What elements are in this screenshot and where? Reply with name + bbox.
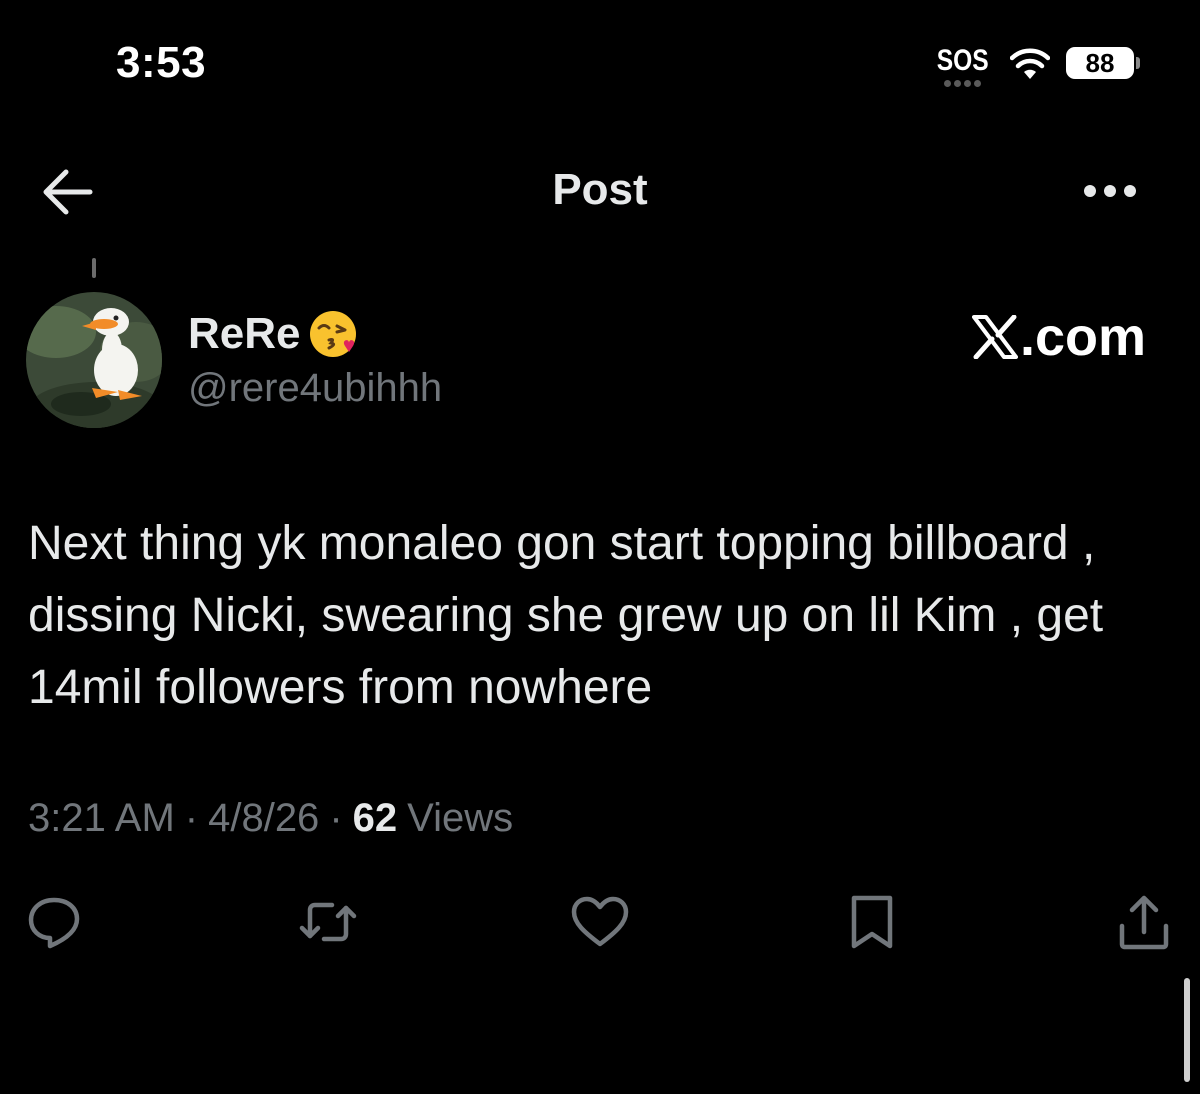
post-text: Next thing yk monaleo gon start topping … <box>28 517 1104 714</box>
bookmark-icon <box>851 895 893 949</box>
author-handle[interactable]: @rere4ubihhh <box>188 366 442 411</box>
sos-indicator: SOS <box>931 44 994 87</box>
more-options-button[interactable] <box>1082 176 1138 206</box>
author-display-name: ReRe <box>188 309 301 358</box>
share-icon <box>1119 895 1169 950</box>
reply-button[interactable] <box>24 892 84 952</box>
post-date[interactable]: 4/8/26 <box>208 796 319 841</box>
status-time: 3:53 <box>116 38 207 87</box>
signal-dots <box>943 80 981 87</box>
battery-level: 88 <box>1066 47 1134 79</box>
x-logo-icon <box>971 315 1018 359</box>
thread-connector <box>92 258 96 278</box>
reply-icon <box>28 897 80 949</box>
meta-separator: · <box>329 796 343 840</box>
meta-separator: · <box>184 796 199 840</box>
like-button[interactable] <box>570 892 630 952</box>
scrollbar[interactable] <box>1184 978 1190 1082</box>
duck-avatar-image <box>26 292 162 428</box>
post-meta: 3:21 AM · 4/8/26 · 62 Views <box>28 796 513 841</box>
repost-icon <box>299 902 357 942</box>
views-count[interactable]: 62 <box>353 796 398 841</box>
avatar[interactable] <box>26 292 162 428</box>
bookmark-button[interactable] <box>842 892 902 952</box>
battery-icon: 88 <box>1066 47 1140 79</box>
views-label[interactable]: Views <box>407 796 513 841</box>
status-indicators: SOS 88 <box>931 44 1140 90</box>
repost-button[interactable] <box>298 892 358 952</box>
author-name[interactable]: ReRe <box>188 308 359 360</box>
more-horizontal-icon <box>1084 185 1136 197</box>
post-time[interactable]: 3:21 AM <box>28 796 175 841</box>
watermark: .com <box>971 306 1146 368</box>
watermark-text: .com <box>1019 307 1146 367</box>
page-title: Post <box>552 165 648 214</box>
share-button[interactable] <box>1114 892 1174 952</box>
like-icon <box>571 896 629 947</box>
sos-label: SOS <box>936 44 989 77</box>
wifi-icon <box>1010 48 1050 79</box>
face-blowing-kiss-icon <box>309 311 356 357</box>
